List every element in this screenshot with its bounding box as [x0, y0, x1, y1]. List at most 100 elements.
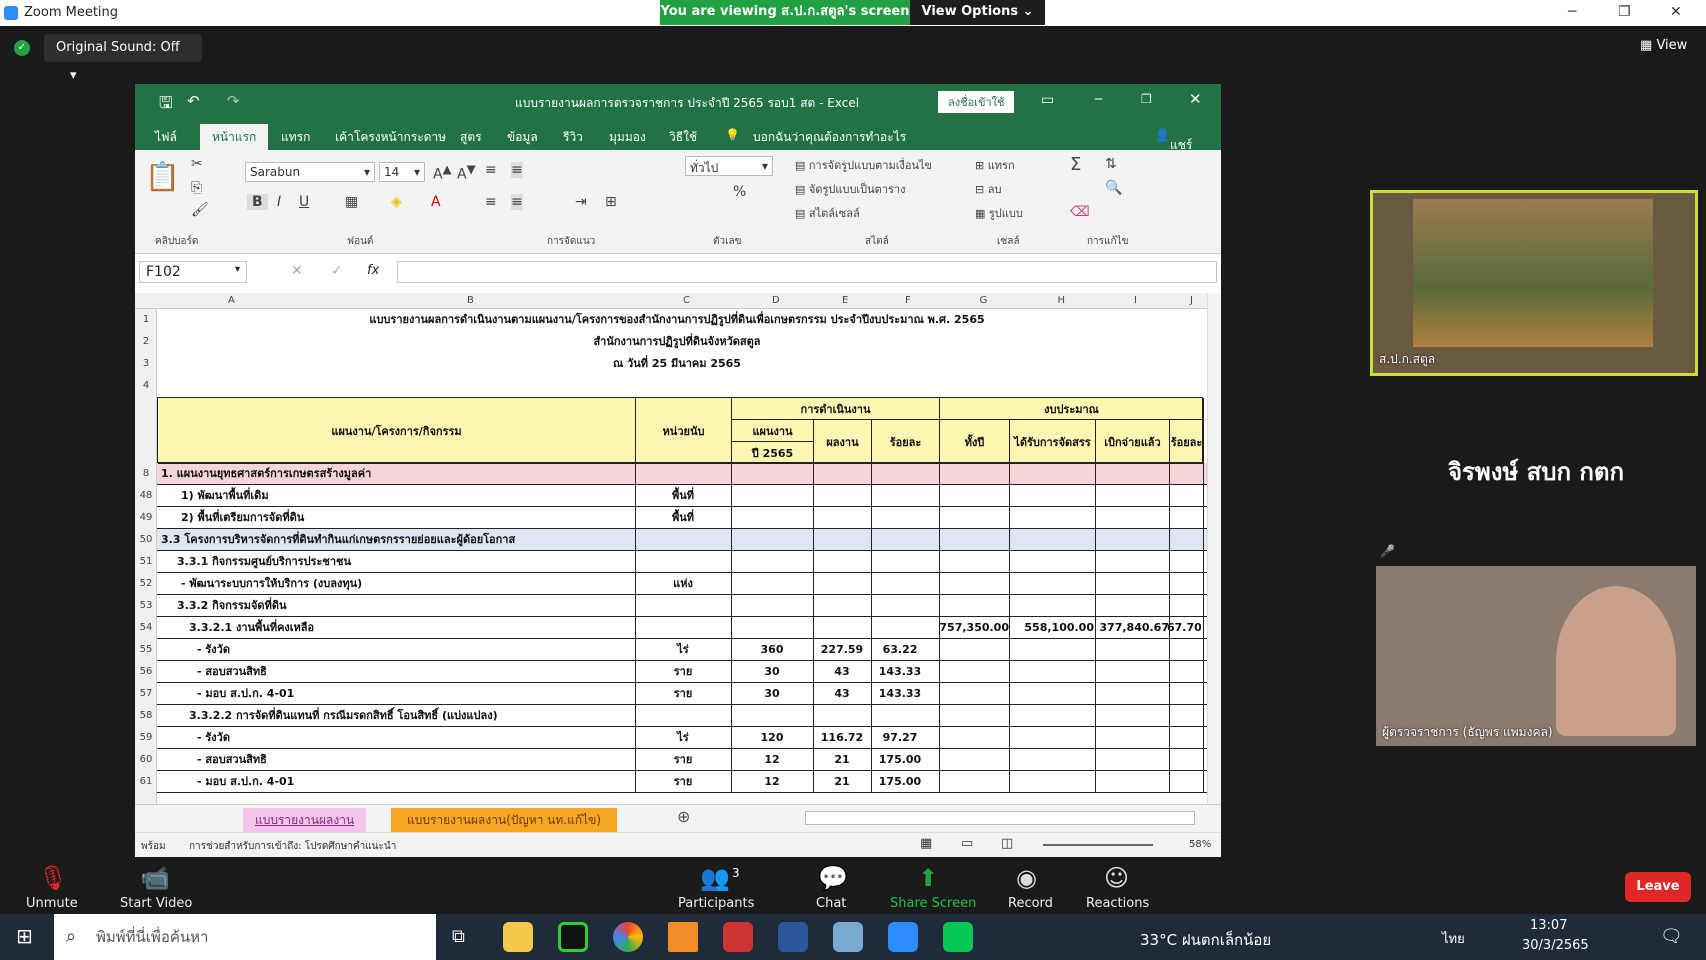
format-table-button[interactable]: ▤ จัดรูปแบบเป็นตาราง	[795, 180, 905, 198]
enter-icon[interactable]: ✓	[331, 263, 343, 279]
paste-icon[interactable]: 📋	[145, 160, 180, 193]
cell-b[interactable]: แบบรายงานผลการดำเนินงานตามแผนงาน/โครงการ…	[157, 309, 1197, 331]
cell-c[interactable]: ไร่	[635, 639, 731, 661]
participants-icon[interactable]: 👥	[700, 864, 730, 892]
cell-f[interactable]: 143.33	[871, 683, 929, 705]
cell-b[interactable]: 2) พื้นที่เตรียมการจัดที่ดิน	[157, 507, 635, 529]
cell-c[interactable]: ราย	[635, 661, 731, 683]
column-header-h[interactable]: H	[1058, 295, 1066, 306]
cell-d[interactable]: 30	[731, 683, 813, 705]
sign-in-button[interactable]: ลงชื่อเข้าใช้	[938, 91, 1015, 113]
excel-restore-icon[interactable]: ❐	[1141, 92, 1152, 106]
cell-f[interactable]: 175.00	[871, 771, 929, 793]
row-number[interactable]: 50	[135, 529, 157, 551]
zoom-level[interactable]: 58%	[1189, 839, 1211, 850]
cell-f[interactable]: 175.00	[871, 749, 929, 771]
column-header-d[interactable]: D	[772, 295, 780, 306]
name-box[interactable]: F102 ▾	[139, 261, 247, 283]
decrease-font-icon[interactable]: A▼	[457, 162, 476, 183]
cell-e[interactable]: 43	[813, 683, 871, 705]
zoom-slider[interactable]	[1043, 844, 1153, 846]
app2-icon[interactable]	[723, 922, 753, 952]
cell-b[interactable]: - มอบ ส.ป.ก. 4-01	[157, 683, 635, 705]
tab-help[interactable]: วิธีใช้	[669, 128, 697, 147]
sort-filter-icon[interactable]: ⇅	[1105, 156, 1117, 172]
redo-icon[interactable]: ↷	[227, 92, 240, 110]
cell-f[interactable]: 63.22	[871, 639, 929, 661]
row-number[interactable]: 49	[135, 507, 157, 529]
table-row[interactable]: - รังวัด ไร่ 360 227.59 63.22	[157, 639, 1217, 661]
cell-b[interactable]: 3.3 โครงการบริหารจัดการที่ดินทำกินแก่เกษ…	[157, 529, 635, 551]
tab-view[interactable]: มุมมอง	[609, 128, 646, 147]
table-row[interactable]: 1) พัฒนาพื้นที่เดิม พื้นที่	[157, 485, 1217, 507]
cell-c[interactable]: ราย	[635, 749, 731, 771]
cell-c[interactable]: พื้นที่	[635, 507, 731, 529]
line-icon[interactable]	[943, 922, 973, 952]
cell-h[interactable]: 558,100.00	[1019, 617, 1094, 639]
notification-icon[interactable]: 🗨	[1660, 926, 1683, 947]
cell-b[interactable]: 3.3.1 กิจกรรมศูนย์บริการประชาชน	[157, 551, 635, 573]
horizontal-scrollbar[interactable]	[805, 811, 1195, 825]
table-row[interactable]: แบบรายงานผลการดำเนินงานตามแผนงาน/โครงการ…	[157, 309, 1217, 331]
row-number[interactable]: 59	[135, 727, 157, 749]
table-row[interactable]: 3.3.2.1 งานพื้นที่คงเหลือ 757,350.00 558,1…	[157, 617, 1217, 639]
cell-c[interactable]: ราย	[635, 771, 731, 793]
tab-formulas[interactable]: สูตร	[460, 128, 482, 147]
column-header-a[interactable]: A	[228, 295, 235, 306]
video-tile-2[interactable]: จิรพงษ์ สบก กตก 🎤	[1376, 390, 1696, 560]
underline-icon[interactable]: U	[299, 194, 309, 210]
cancel-icon[interactable]: ✕	[291, 263, 303, 279]
row-number[interactable]: 1	[135, 309, 157, 331]
vlc-icon[interactable]	[668, 922, 698, 952]
cell-f[interactable]: 97.27	[871, 727, 929, 749]
tab-page-layout[interactable]: เค้าโครงหน้ากระดาษ	[335, 128, 446, 147]
task-view-icon[interactable]: ⧉	[452, 926, 465, 947]
app3-icon[interactable]	[833, 922, 863, 952]
zoom-taskbar-icon[interactable]	[888, 922, 918, 952]
table-row[interactable]: 2) พื้นที่เตรียมการจัดที่ดิน พื้นที่	[157, 507, 1217, 529]
tab-home[interactable]: หน้าแรก	[200, 124, 269, 150]
cell-f[interactable]: 143.33	[871, 661, 929, 683]
accessibility-status[interactable]: การช่วยสำหรับการเข้าถึง: โปรดศึกษาคำแนะน…	[189, 839, 396, 854]
cell-b[interactable]: 3.3.2.1 งานพื้นที่คงเหลือ	[157, 617, 635, 639]
unmute-button[interactable]: Unmute	[26, 896, 78, 911]
video-off-icon[interactable]: 📹	[140, 864, 170, 892]
add-sheet-icon[interactable]: ⊕	[677, 807, 690, 826]
delete-cells-button[interactable]: ⊟ ลบ	[975, 180, 1001, 198]
video-tile-3[interactable]: ผู้ตรวจราชการ (ธัญพร แพมงคล)	[1376, 566, 1696, 746]
cell-d[interactable]: 12	[731, 749, 813, 771]
cell-e[interactable]: 43	[813, 661, 871, 683]
function-icon[interactable]: fx	[367, 263, 379, 278]
language-indicator[interactable]: ไทย	[1442, 928, 1465, 949]
clock-time[interactable]: 13:07	[1530, 918, 1567, 933]
autosum-icon[interactable]: Σ	[1070, 154, 1081, 175]
cell-b[interactable]	[157, 375, 635, 397]
insert-cells-button[interactable]: ⊞ แทรก	[975, 156, 1015, 174]
align-left-icon[interactable]: ≡	[485, 194, 497, 210]
clear-icon[interactable]: ⌫	[1070, 204, 1090, 220]
cell-c[interactable]: พื้นที่	[635, 485, 731, 507]
cell-b[interactable]: - พัฒนาระบบการให้บริการ (งบลงทุน)	[157, 573, 635, 595]
cell-styles-button[interactable]: ▤ สไตล์เซลล์	[795, 204, 860, 222]
record-icon[interactable]: ◉	[1016, 864, 1037, 892]
cell-d[interactable]: 30	[731, 661, 813, 683]
save-icon[interactable]: 🖫	[159, 92, 173, 119]
column-header-c[interactable]: C	[683, 295, 690, 306]
column-header-i[interactable]: I	[1134, 295, 1137, 306]
fill-color-icon[interactable]: ◈	[391, 194, 402, 210]
page-layout-icon[interactable]: ▭	[961, 836, 973, 851]
reactions-button[interactable]: Reactions	[1086, 896, 1149, 911]
row-number[interactable]: 4	[135, 375, 157, 397]
cell-e[interactable]: 21	[813, 771, 871, 793]
sheet-tab-2[interactable]: แบบรายงานผลงาน(ปัญหา นท.แก้ไข)	[391, 808, 618, 833]
font-color-icon[interactable]: A	[431, 194, 441, 210]
cell-e[interactable]: 227.59	[813, 639, 871, 661]
font-size-select[interactable]: 14 ▾	[379, 162, 425, 182]
share-button[interactable]: 👤 แชร์	[1155, 128, 1192, 152]
indent-icon[interactable]: ⇥	[575, 194, 587, 210]
cell-b[interactable]: 1) พัฒนาพื้นที่เดิม	[157, 485, 635, 507]
chat-icon[interactable]: 💬	[818, 864, 848, 892]
record-button[interactable]: Record	[1008, 896, 1053, 911]
view-button[interactable]: ▦ View	[1640, 38, 1687, 53]
formula-input[interactable]	[397, 261, 1217, 283]
